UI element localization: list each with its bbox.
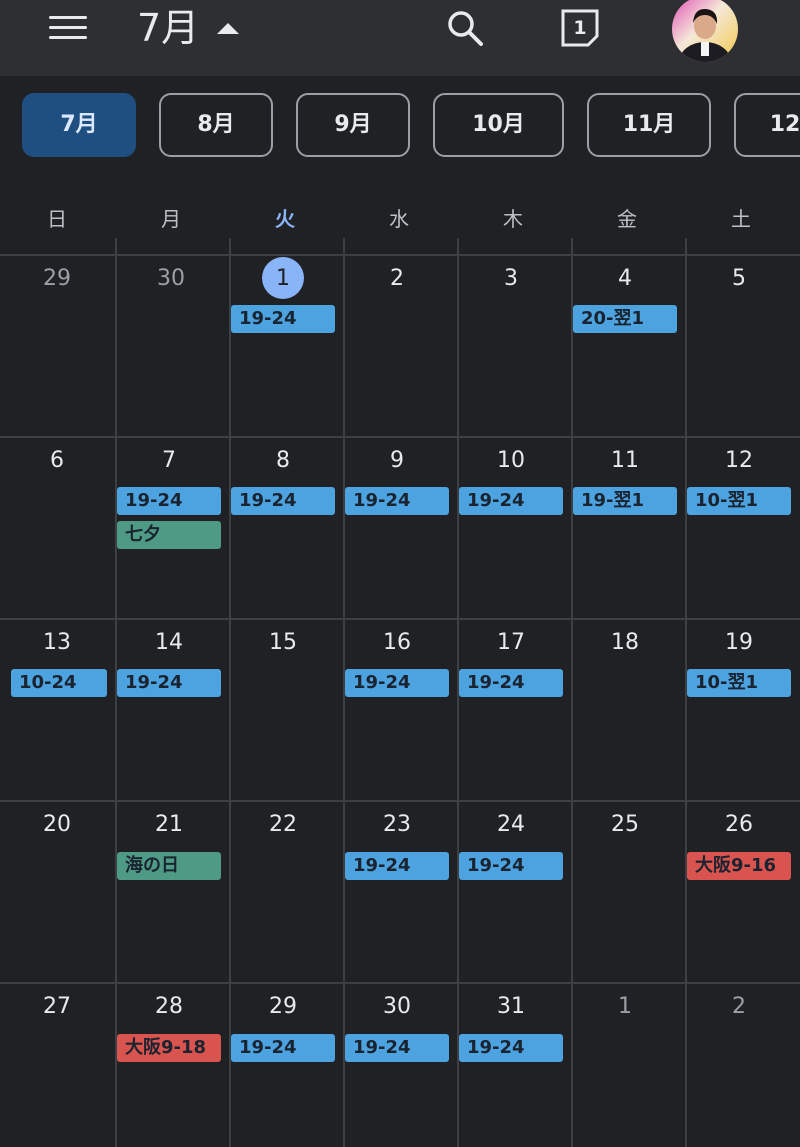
day-cell[interactable]: 23: [340, 812, 454, 837]
event-shift[interactable]: 19-24: [117, 487, 221, 515]
event-shift[interactable]: 10-翌1: [687, 487, 791, 515]
chip-december[interactable]: 12月: [734, 93, 800, 157]
search-icon[interactable]: [440, 4, 490, 52]
day-cell[interactable]: 24: [454, 812, 568, 837]
profile-avatar[interactable]: [672, 0, 738, 62]
chip-august[interactable]: 8月: [159, 93, 273, 157]
day-cell[interactable]: 2: [340, 266, 454, 291]
event-shift[interactable]: 19-24: [231, 305, 335, 333]
weekday-sun: 日: [47, 207, 67, 231]
day-cell[interactable]: 19: [682, 630, 796, 655]
weekday-mon: 月: [161, 207, 181, 231]
chip-november[interactable]: 11月: [587, 93, 711, 157]
event-shift[interactable]: 19-24: [459, 487, 563, 515]
day-cell[interactable]: 28: [112, 994, 226, 1019]
day-cell[interactable]: 12: [682, 448, 796, 473]
day-cell[interactable]: 30: [340, 994, 454, 1019]
today-calendar-icon[interactable]: 1: [558, 6, 602, 50]
event-shift[interactable]: 19-24: [117, 669, 221, 697]
day-cell[interactable]: 13: [0, 630, 114, 655]
day-cell[interactable]: 9: [340, 448, 454, 473]
day-cell[interactable]: 31: [454, 994, 568, 1019]
grid-line: [0, 800, 800, 802]
day-cell[interactable]: 27: [0, 994, 114, 1019]
top-app-bar: 7月 1: [0, 0, 800, 76]
day-cell[interactable]: 6: [0, 448, 114, 473]
weekday-tue: 火: [275, 207, 295, 231]
day-cell[interactable]: 1: [568, 994, 682, 1019]
weekday-fri: 金: [617, 207, 637, 231]
day-cell[interactable]: 14: [112, 630, 226, 655]
caret-up-icon[interactable]: [217, 23, 239, 34]
day-cell[interactable]: 29: [0, 266, 114, 291]
event-shift[interactable]: 19-24: [459, 669, 563, 697]
day-cell[interactable]: 10: [454, 448, 568, 473]
event-shift[interactable]: 19-24: [231, 1034, 335, 1062]
event-shift[interactable]: 19-翌1: [573, 487, 677, 515]
grid-line: [0, 254, 800, 256]
today-date-number: 1: [573, 17, 587, 39]
event-shift[interactable]: 19-24: [345, 487, 449, 515]
grid-line: [0, 618, 800, 620]
day-cell[interactable]: 20: [0, 812, 114, 837]
event-shift[interactable]: 10-翌1: [687, 669, 791, 697]
day-cell[interactable]: 7: [112, 448, 226, 473]
event-shift[interactable]: 20-翌1: [573, 305, 677, 333]
day-cell[interactable]: 30: [114, 266, 228, 291]
day-cell[interactable]: 22: [226, 812, 340, 837]
day-cell[interactable]: 4: [568, 266, 682, 291]
day-cell-today[interactable]: 1: [226, 266, 340, 291]
event-holiday[interactable]: 七夕: [117, 521, 221, 549]
event-shift[interactable]: 19-24: [459, 1034, 563, 1062]
chip-july[interactable]: 7月: [22, 93, 136, 157]
day-cell[interactable]: 2: [682, 994, 796, 1019]
day-cell[interactable]: 25: [568, 812, 682, 837]
event-holiday[interactable]: 海の日: [117, 852, 221, 880]
chip-september[interactable]: 9月: [296, 93, 410, 157]
day-cell[interactable]: 29: [226, 994, 340, 1019]
event-osaka[interactable]: 大阪9-16: [687, 852, 791, 880]
weekday-thu: 木: [503, 207, 523, 231]
chip-october[interactable]: 10月: [433, 93, 564, 157]
event-shift[interactable]: 19-24: [231, 487, 335, 515]
day-cell[interactable]: 5: [682, 266, 796, 291]
day-cell[interactable]: 21: [112, 812, 226, 837]
month-title[interactable]: 7月: [137, 4, 199, 52]
weekday-sat: 土: [731, 207, 751, 231]
event-osaka[interactable]: 大阪9-18: [117, 1034, 221, 1062]
day-cell[interactable]: 18: [568, 630, 682, 655]
day-cell[interactable]: 26: [682, 812, 796, 837]
day-cell[interactable]: 8: [226, 448, 340, 473]
weekday-wed: 水: [389, 207, 409, 231]
event-shift[interactable]: 19-24: [459, 852, 563, 880]
day-cell[interactable]: 3: [454, 266, 568, 291]
day-cell[interactable]: 15: [226, 630, 340, 655]
event-shift[interactable]: 19-24: [345, 1034, 449, 1062]
day-cell[interactable]: 11: [568, 448, 682, 473]
hamburger-menu-icon[interactable]: [44, 10, 92, 46]
grid-line: [0, 982, 800, 984]
day-cell[interactable]: 17: [454, 630, 568, 655]
event-shift[interactable]: 19-24: [345, 852, 449, 880]
event-shift[interactable]: 10-24: [11, 669, 107, 697]
month-chip-row: 7月 8月 9月 10月 11月 12月: [0, 93, 800, 161]
grid-line: [0, 436, 800, 438]
day-cell[interactable]: 16: [340, 630, 454, 655]
event-shift[interactable]: 19-24: [345, 669, 449, 697]
